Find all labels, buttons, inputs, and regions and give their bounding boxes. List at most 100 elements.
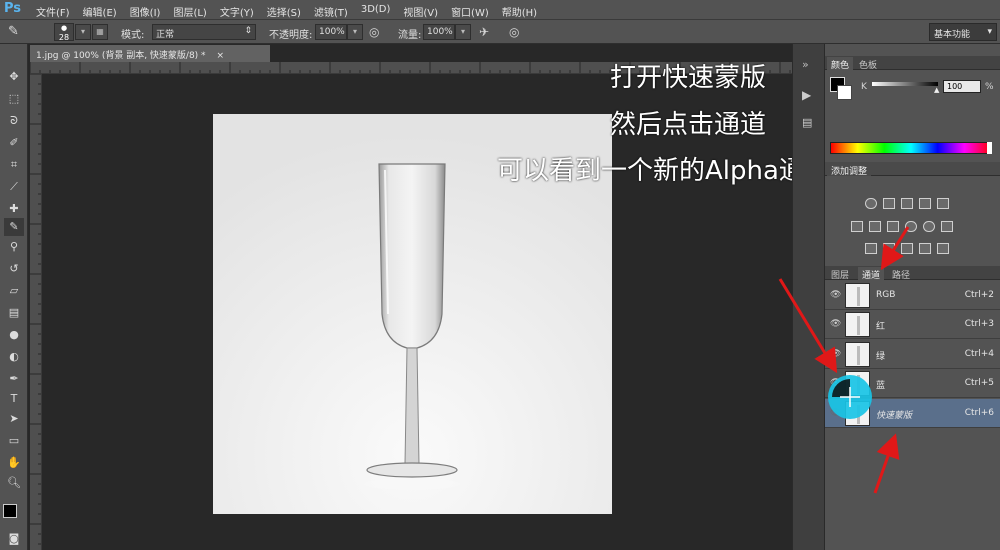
color-panel-tabs: 颜色 色板 xyxy=(825,56,1000,71)
color-ramp-white[interactable] xyxy=(987,142,992,154)
arrow-to-quick-mask xyxy=(873,433,900,494)
flow-dropdown-icon[interactable]: ▾ xyxy=(455,24,471,40)
chevron-down-icon: ▾ xyxy=(987,27,992,37)
airbrush-icon[interactable]: ✈ xyxy=(479,25,489,39)
ruler-vertical xyxy=(30,74,42,550)
zoom-tool-icon[interactable]: 🔍︎ xyxy=(4,474,24,492)
brightness-icon[interactable] xyxy=(865,198,877,209)
crop-tool-icon[interactable]: ⌗ xyxy=(4,156,24,174)
selective-color-icon[interactable] xyxy=(919,243,931,254)
annotation-step2: 然后点击通道 xyxy=(610,110,767,140)
color-ramp[interactable] xyxy=(830,142,992,154)
lasso-tool-icon[interactable]: ᘐ xyxy=(4,112,24,130)
mode-value: 正常 xyxy=(156,30,175,40)
menu-window[interactable]: 窗口(W) xyxy=(451,4,489,19)
history-brush-tool-icon[interactable]: ↺ xyxy=(4,260,24,278)
opacity-dropdown-icon[interactable]: ▾ xyxy=(347,24,363,40)
arrow-to-channels-tab xyxy=(880,226,910,271)
tools-panel: ✥ ⬚ ᘐ ✐ ⌗ ⟋ ✚ ✎ ⚲ ↺ ▱ ▤ ● ◐ ✒ T ➤ ▭ ✋ 🔍︎… xyxy=(0,44,28,550)
marquee-tool-icon[interactable]: ⬚ xyxy=(4,90,24,108)
brush-tool-icon[interactable]: ✎ xyxy=(8,24,19,39)
dodge-tool-icon[interactable]: ◐ xyxy=(4,348,24,366)
properties-panel-icon[interactable]: ▤ xyxy=(802,116,812,129)
channel-shortcut: Ctrl+2 xyxy=(964,290,994,300)
opacity-input[interactable]: 100% xyxy=(315,24,347,40)
workspace-switcher[interactable]: 基本功能 ▾ xyxy=(929,23,997,41)
clone-stamp-tool-icon[interactable]: ⚲ xyxy=(4,238,24,256)
menu-view[interactable]: 视图(V) xyxy=(403,4,438,19)
ruler-ticks-vertical xyxy=(30,74,41,545)
options-bar: ✎ ● 28 ▾ ▦ 模式: 正常 ⇕ 不透明度: 100% ▾ ◎ 流量: 1… xyxy=(0,20,1000,44)
menu-image[interactable]: 图像(I) xyxy=(130,4,161,19)
brush-preset-picker[interactable]: ● 28 xyxy=(54,23,74,42)
vibrance-icon[interactable] xyxy=(937,198,949,209)
percent-label: % xyxy=(985,82,994,92)
flow-label: 流量: xyxy=(398,30,422,41)
annotation-step3: 可以看到一个新的Alpha通道 xyxy=(497,156,831,186)
type-tool-icon[interactable]: T xyxy=(4,390,24,408)
menu-select[interactable]: 选择(S) xyxy=(267,4,301,19)
rectangle-tool-icon[interactable]: ▭ xyxy=(4,432,24,450)
color-lookup-icon[interactable] xyxy=(941,221,953,232)
channel-shortcut: Ctrl+4 xyxy=(964,349,994,359)
color-channel-label: K xyxy=(861,82,867,92)
menu-help[interactable]: 帮助(H) xyxy=(502,4,537,19)
brush-dot-icon: ● xyxy=(60,24,68,32)
mode-select[interactable]: 正常 ⇕ xyxy=(152,24,256,40)
menu-layer[interactable]: 图层(L) xyxy=(173,4,206,19)
pressure-size-icon[interactable]: ◎ xyxy=(509,25,519,39)
document-tab[interactable]: 1.jpg @ 100% (背景 副本, 快速蒙版/8) * × xyxy=(30,45,270,62)
pen-tool-icon[interactable]: ✒ xyxy=(4,370,24,388)
hand-tool-icon[interactable]: ✋ xyxy=(4,454,24,472)
tab-swatches[interactable]: 色板 xyxy=(855,57,881,71)
history-panel-icon[interactable]: ▶ xyxy=(802,88,811,102)
levels-icon[interactable] xyxy=(883,198,895,209)
curves-icon[interactable] xyxy=(901,198,913,209)
select-arrows-icon: ⇕ xyxy=(244,26,252,36)
photoshop-logo: Ps xyxy=(4,1,22,16)
brush-tool-active-icon[interactable]: ✎ xyxy=(4,218,24,236)
menu-3d[interactable]: 3D(D) xyxy=(361,4,391,19)
tab-color[interactable]: 颜色 xyxy=(827,57,854,71)
k-slider[interactable] xyxy=(872,82,938,86)
tab-adjustments[interactable]: 添加调整 xyxy=(827,163,872,177)
menu-type[interactable]: 文字(Y) xyxy=(220,4,254,19)
slider-thumb-icon[interactable]: ▲ xyxy=(934,86,939,94)
channel-mixer-icon[interactable] xyxy=(923,221,935,232)
gradient-map-icon[interactable] xyxy=(937,243,949,254)
menu-filter[interactable]: 滤镜(T) xyxy=(314,4,348,19)
annotation-arrows xyxy=(778,226,910,494)
document-tab-title: 1.jpg @ 100% (背景 副本, 快速蒙版/8) * xyxy=(36,51,206,61)
menu-edit[interactable]: 编辑(E) xyxy=(83,4,117,19)
healing-brush-tool-icon[interactable]: ✚ xyxy=(4,200,24,218)
annotation-step1: 打开快速蒙版 xyxy=(610,63,767,93)
flow-input[interactable]: 100% xyxy=(423,24,455,40)
workspace-label: 基本功能 xyxy=(934,30,971,40)
channel-shortcut: Ctrl+3 xyxy=(964,319,994,329)
quick-select-tool-icon[interactable]: ✐ xyxy=(4,134,24,152)
opacity-label: 不透明度: xyxy=(269,30,313,41)
mode-label: 模式: xyxy=(121,30,145,41)
brush-dropdown-icon[interactable]: ▾ xyxy=(75,24,91,40)
gradient-tool-icon[interactable]: ▤ xyxy=(4,304,24,322)
channel-shortcut: Ctrl+5 xyxy=(964,378,994,388)
eyedropper-tool-icon[interactable]: ⟋ xyxy=(4,178,24,196)
k-value-input[interactable]: 100 xyxy=(943,80,981,93)
pressure-opacity-icon[interactable]: ◎ xyxy=(369,25,379,39)
eraser-tool-icon[interactable]: ▱ xyxy=(4,282,24,300)
arrow-to-blue-channel xyxy=(778,278,838,374)
move-tool-icon[interactable]: ✥ xyxy=(4,68,24,86)
exposure-icon[interactable] xyxy=(919,198,931,209)
color-background-swatch[interactable] xyxy=(837,85,852,100)
path-select-tool-icon[interactable]: ➤ xyxy=(4,410,24,428)
menu-items: 文件(F) 编辑(E) 图像(I) 图层(L) 文字(Y) 选择(S) 滤镜(T… xyxy=(36,4,550,19)
collapse-icon[interactable]: » xyxy=(802,58,809,71)
brush-panel-toggle-icon[interactable]: ▦ xyxy=(92,24,108,40)
menu-file[interactable]: 文件(F) xyxy=(36,4,70,19)
adjustments-panel-header: 添加调整 xyxy=(825,162,1000,177)
blur-tool-icon[interactable]: ● xyxy=(4,326,24,344)
foreground-color-swatch[interactable] xyxy=(3,504,17,518)
close-icon[interactable]: × xyxy=(216,51,224,61)
channel-shortcut: Ctrl+6 xyxy=(964,408,994,418)
quick-mask-icon[interactable]: ◙ xyxy=(4,530,24,548)
